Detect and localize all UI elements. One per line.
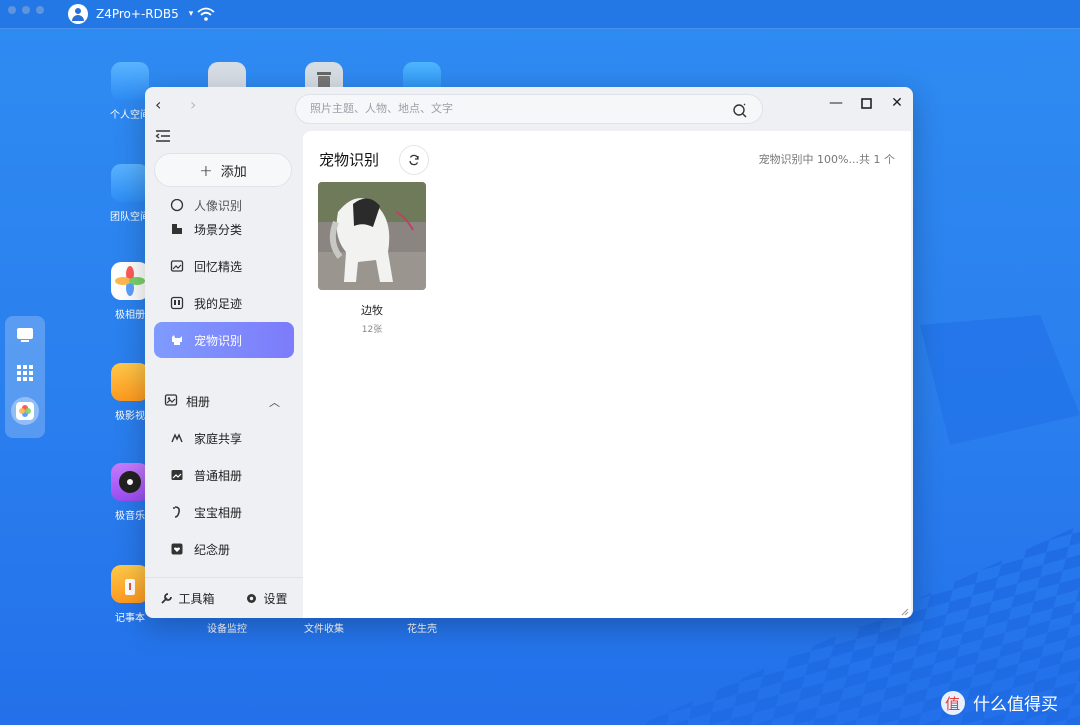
dock-photos[interactable] xyxy=(5,392,45,430)
smart-search-icon[interactable] xyxy=(732,102,748,118)
plus-icon: + xyxy=(199,160,213,180)
sidebar: + 添加 人像识别 场景分类 回忆精选 我的足迹 宠物识别 相册 ︿ 家庭共享 … xyxy=(145,127,303,618)
desktop-icon-label: 花生壳 xyxy=(407,624,437,635)
dock-desktop[interactable] xyxy=(5,316,45,354)
sidebar-item-memories[interactable]: 回忆精选 xyxy=(154,248,294,284)
monitor-icon xyxy=(17,328,33,342)
desktop-icon-monitor-label[interactable]: 设备监控 xyxy=(187,620,267,635)
album-section-icon xyxy=(164,393,178,410)
gear-icon xyxy=(247,593,257,603)
chevron-down-icon: ▾ xyxy=(188,9,194,19)
pet-icon xyxy=(170,333,184,347)
photos-icon xyxy=(111,262,149,300)
user-avatar-icon xyxy=(68,4,88,24)
toolbox-label: 工具箱 xyxy=(178,591,215,606)
sidebar-item-family-share[interactable]: 家庭共享 xyxy=(154,420,294,456)
team-folder-icon xyxy=(111,164,149,202)
sidebar-item-label: 普通相册 xyxy=(194,468,243,483)
sidebar-footer: 工具箱 设置 xyxy=(145,577,303,618)
music-icon xyxy=(111,463,149,501)
collapse-sidebar-icon[interactable] xyxy=(155,129,171,143)
video-icon xyxy=(111,363,149,401)
add-button-label: 添加 xyxy=(220,164,247,180)
side-dock xyxy=(5,316,45,438)
footprint-icon xyxy=(170,296,184,310)
desktop-icon-label: 极音乐 xyxy=(115,511,145,522)
settings-label: 设置 xyxy=(263,591,288,606)
chevron-up-icon[interactable]: ︿ xyxy=(269,394,280,410)
pet-card-count: 12张 xyxy=(361,325,383,335)
sidebar-item-normal-album[interactable]: 普通相册 xyxy=(154,457,294,493)
desktop-icon-label: 设备监控 xyxy=(207,624,247,635)
desktop-icon-peanut-label[interactable]: 花生壳 xyxy=(382,620,462,635)
page-title: 宠物识别 xyxy=(319,151,380,169)
sidebar-item-pets[interactable]: 宠物识别 xyxy=(154,322,294,358)
grid-icon xyxy=(17,365,33,381)
search-bar[interactable] xyxy=(295,94,763,124)
watermark-logo-icon xyxy=(941,690,965,715)
album-section-header[interactable]: 相册 ︿ xyxy=(154,386,294,416)
sidebar-item-memorial-album[interactable]: 纪念册 xyxy=(154,531,294,567)
pet-card[interactable]: 边牧 12张 xyxy=(318,182,426,335)
baby-icon xyxy=(170,505,184,519)
sidebar-item-label: 场景分类 xyxy=(194,222,243,237)
top-bar: Z4Pro+-RDB5 ▾ xyxy=(0,0,1080,29)
main-content: 宠物识别 宠物识别中 100%...共 1 个 边牧 12张 xyxy=(303,131,911,618)
back-button[interactable]: ‹ xyxy=(155,95,161,114)
desktop-icon-label: 记事本 xyxy=(115,613,145,624)
settings-button[interactable]: 设置 xyxy=(245,590,288,607)
search-input[interactable] xyxy=(308,101,712,116)
sidebar-item-label: 宠物识别 xyxy=(194,333,243,348)
dock-apps[interactable] xyxy=(5,354,45,392)
sidebar-item-label: 我的足迹 xyxy=(194,296,243,311)
folder-icon xyxy=(111,62,149,100)
sidebar-item-scene[interactable]: 场景分类 xyxy=(154,211,294,247)
desktop-icon-label: 极相册 xyxy=(115,310,145,321)
desktop-icon-label: 文件收集 xyxy=(304,624,344,635)
resize-handle-icon[interactable] xyxy=(901,608,909,616)
scene-icon xyxy=(170,222,184,236)
album-section-label: 相册 xyxy=(186,394,211,409)
memory-icon xyxy=(170,259,184,273)
wrench-icon xyxy=(161,592,173,604)
pet-card-name: 边牧 xyxy=(361,304,383,317)
photos-window: ‹ › — ✕ + 添加 人像识别 场景分类 回忆精选 xyxy=(145,87,913,618)
sidebar-item-label: 回忆精选 xyxy=(194,259,243,274)
desktop-icon-label: 团队空间 xyxy=(110,212,150,223)
album-icon xyxy=(170,468,184,482)
close-button[interactable]: ✕ xyxy=(886,93,908,113)
device-name: Z4Pro+-RDB5 xyxy=(96,7,179,21)
sidebar-item-label: 宝宝相册 xyxy=(194,505,243,520)
watermark-text: 什么值得买 xyxy=(973,695,1058,715)
desktop-icon-label: 极影视 xyxy=(115,411,145,422)
window-controls xyxy=(8,6,44,14)
heart-album-icon xyxy=(170,542,184,556)
refresh-icon xyxy=(409,154,419,166)
add-button[interactable]: + 添加 xyxy=(154,153,292,187)
photos-icon xyxy=(16,402,34,420)
sidebar-item-label: 纪念册 xyxy=(194,542,231,557)
wifi-icon[interactable] xyxy=(196,5,216,23)
desktop-icon-collect-label[interactable]: 文件收集 xyxy=(284,620,364,635)
recognition-status: 宠物识别中 100%...共 1 个 xyxy=(758,153,895,166)
watermark: 什么值得买 xyxy=(941,690,1058,715)
sidebar-item-footprints[interactable]: 我的足迹 xyxy=(154,285,294,321)
minimize-button[interactable]: — xyxy=(825,93,847,113)
notepad-icon xyxy=(111,565,149,603)
desktop-icon-label: 个人空间 xyxy=(110,110,150,121)
toolbox-button[interactable]: 工具箱 xyxy=(160,590,215,607)
maximize-button[interactable] xyxy=(855,93,877,113)
sidebar-item-baby-album[interactable]: 宝宝相册 xyxy=(154,494,294,530)
refresh-button[interactable] xyxy=(399,145,429,175)
pet-thumbnail[interactable] xyxy=(318,182,426,290)
family-icon xyxy=(170,431,184,445)
sidebar-item-label: 家庭共享 xyxy=(194,431,243,446)
device-selector[interactable]: Z4Pro+-RDB5 ▾ xyxy=(68,4,193,24)
forward-button[interactable]: › xyxy=(190,95,196,114)
